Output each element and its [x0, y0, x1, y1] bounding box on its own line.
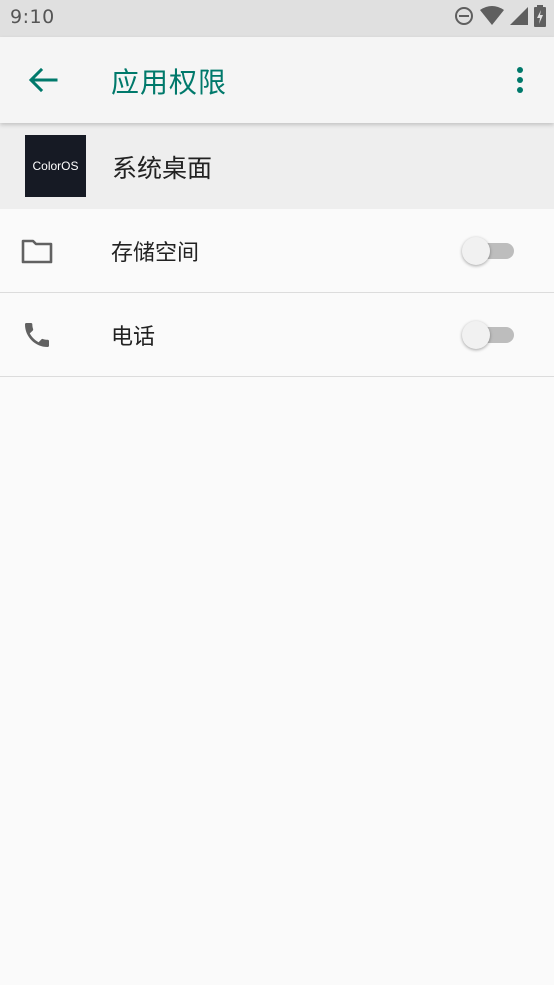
- toggle-thumb: [462, 321, 490, 349]
- app-header: ColorOS 系统桌面: [0, 123, 554, 209]
- phone-toggle[interactable]: [462, 321, 514, 349]
- arrow-back-icon: [28, 67, 58, 93]
- more-vert-icon: [517, 67, 523, 93]
- status-bar: 9:10: [0, 0, 554, 37]
- app-icon: ColorOS: [25, 135, 86, 197]
- do-not-disturb-icon: [454, 6, 474, 30]
- folder-icon: [20, 235, 54, 267]
- cell-signal-icon: [510, 6, 528, 30]
- battery-charging-icon: [534, 5, 546, 31]
- permission-row-phone[interactable]: 电话: [0, 293, 554, 377]
- back-button[interactable]: [26, 65, 60, 95]
- permission-label: 电话: [111, 325, 156, 350]
- phone-icon: [20, 319, 54, 351]
- page-title: 应用权限: [111, 66, 228, 99]
- permission-label: 存储空间: [111, 241, 200, 266]
- app-bar: 应用权限: [0, 37, 554, 123]
- storage-toggle[interactable]: [462, 237, 514, 265]
- status-time: 9:10: [10, 6, 55, 28]
- app-icon-logo-text: ColorOS: [32, 159, 79, 173]
- permission-row-storage[interactable]: 存储空间: [0, 209, 554, 293]
- toggle-thumb: [462, 237, 490, 265]
- more-options-button[interactable]: [508, 65, 532, 95]
- wifi-icon: [480, 6, 504, 30]
- app-name: 系统桌面: [112, 154, 213, 183]
- status-icons: [454, 5, 546, 31]
